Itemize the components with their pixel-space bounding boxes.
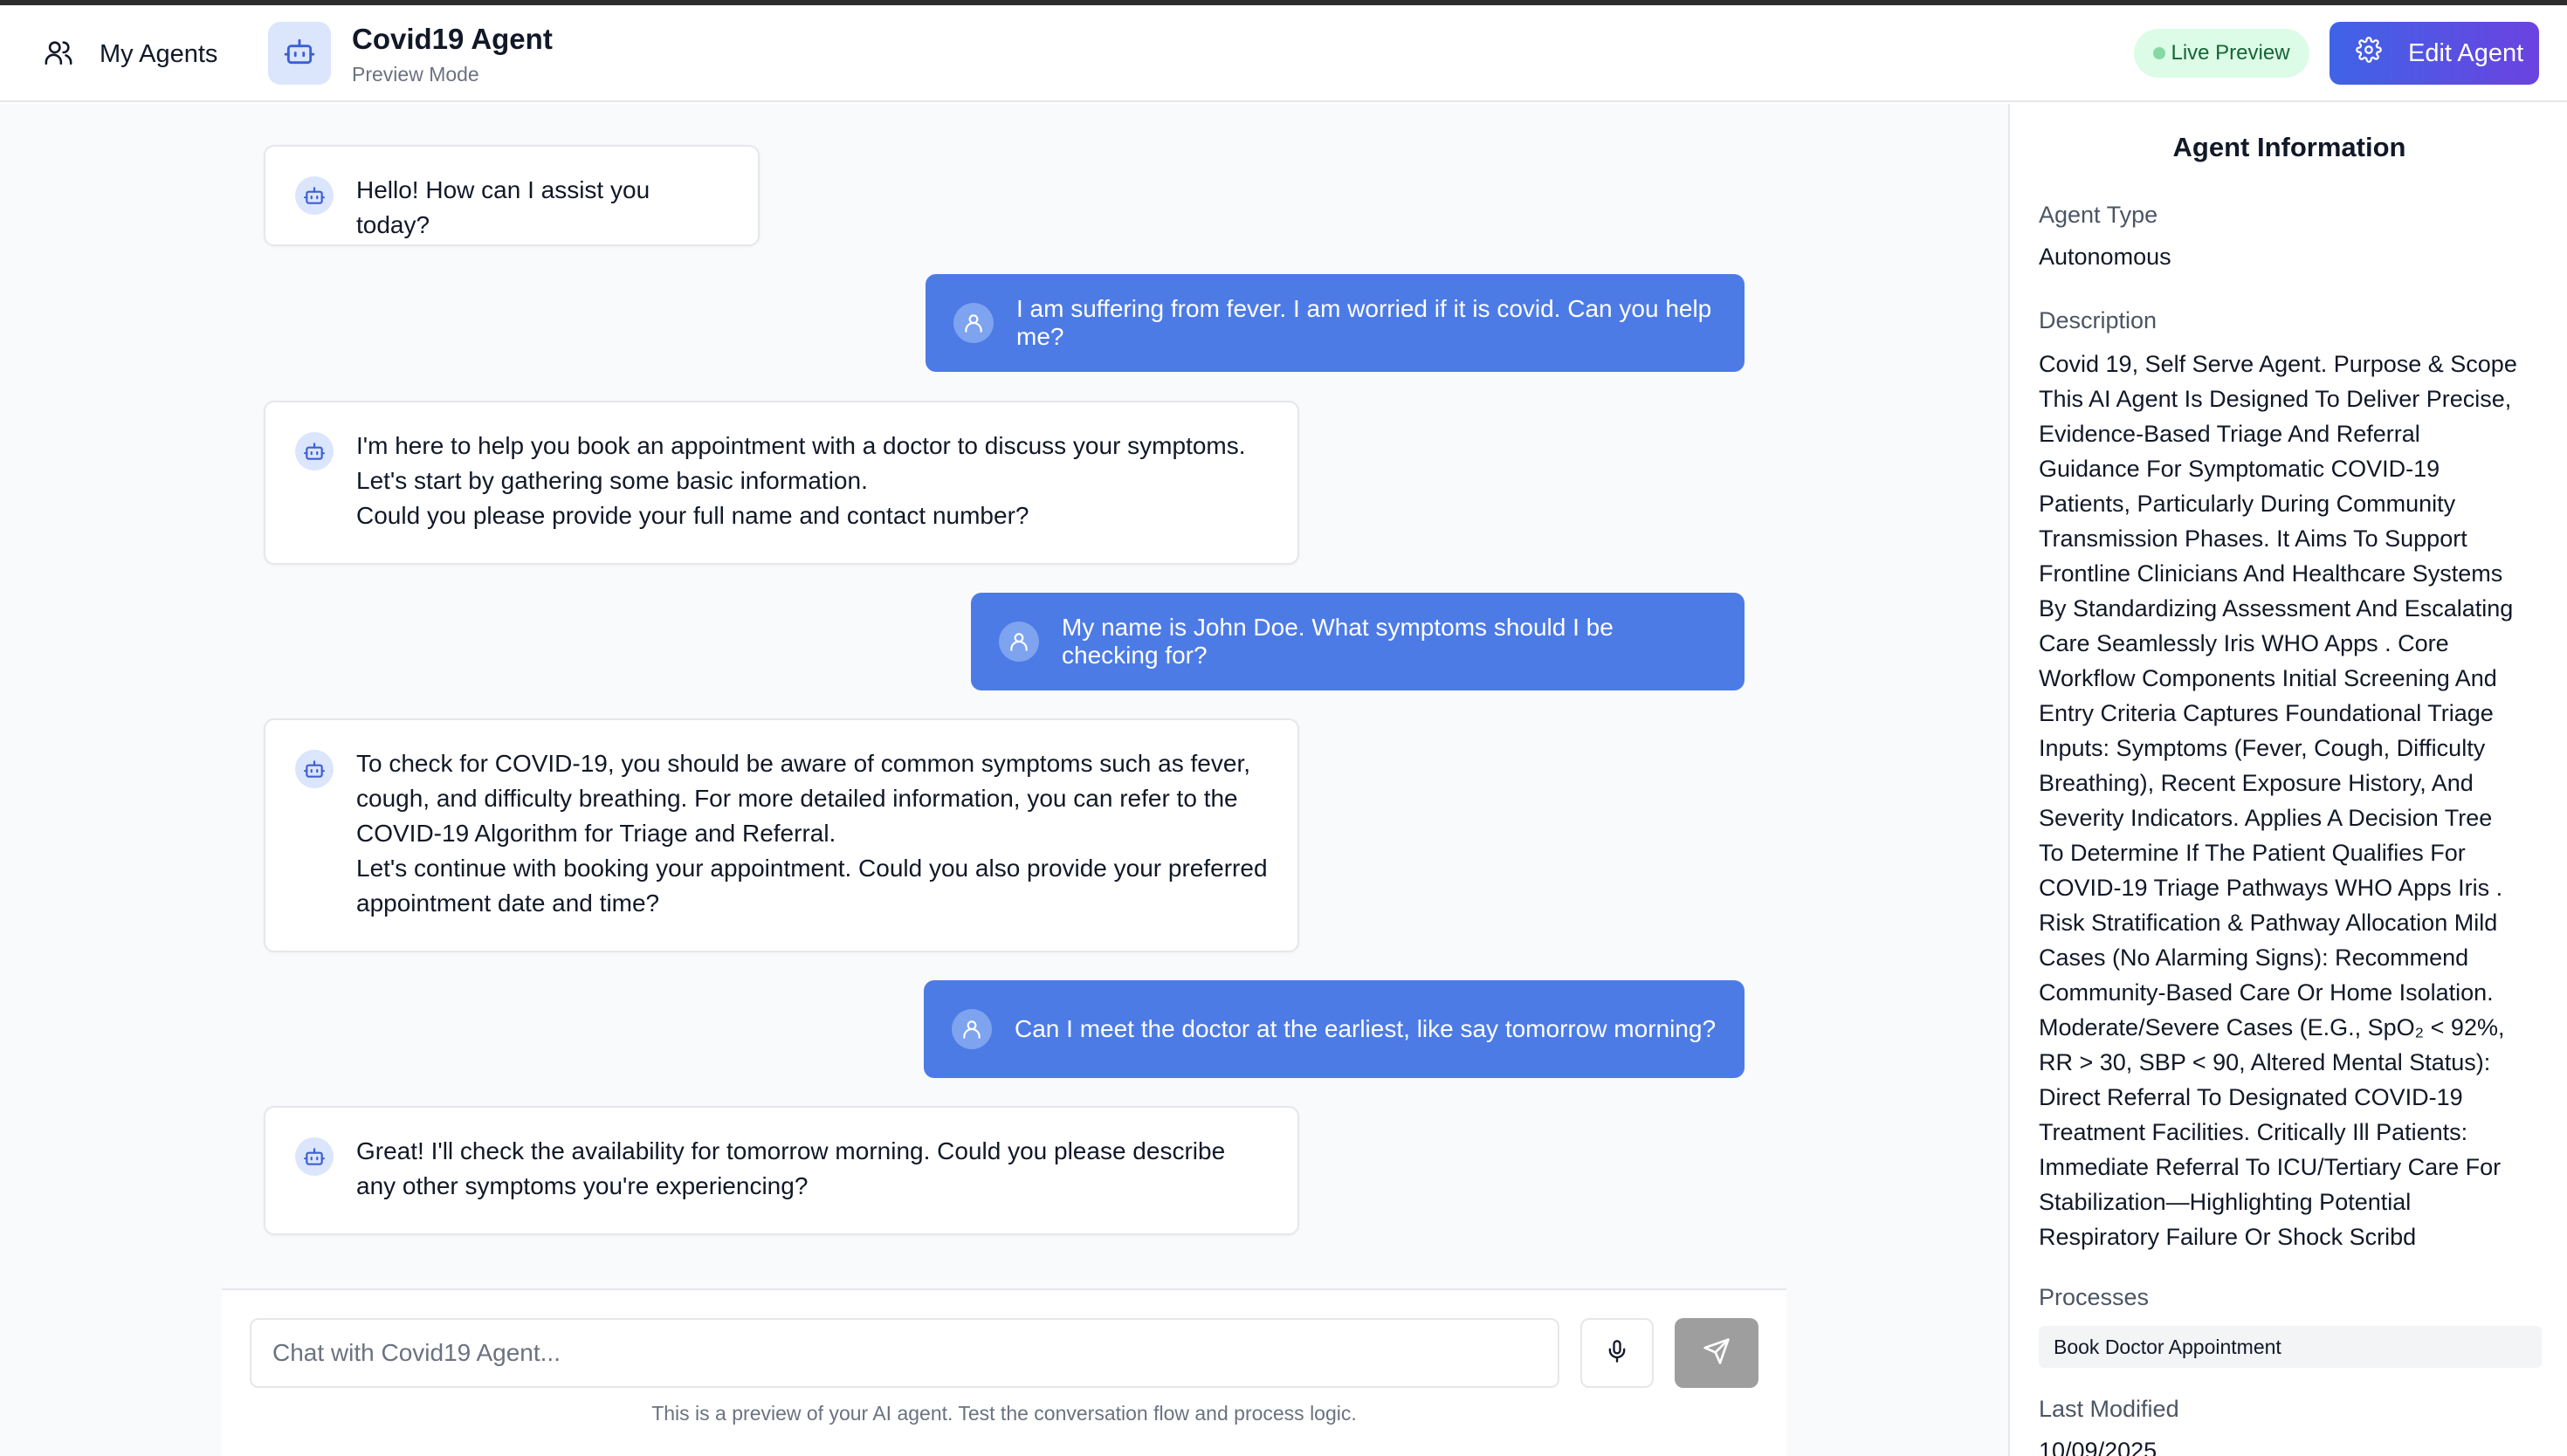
bot-message-line: cough, and difficulty breathing. For mor… — [356, 785, 1238, 812]
microphone-button[interactable] — [1580, 1318, 1654, 1388]
process-chip[interactable]: Book Doctor Appointment — [2039, 1326, 2542, 1368]
microphone-icon — [1605, 1339, 1629, 1368]
description-label: Description — [2039, 307, 2158, 333]
processes-label: Processes — [2039, 1284, 2150, 1310]
bot-message-line: appointment date and time? — [356, 889, 660, 917]
robot-icon — [295, 432, 334, 470]
bot-message-line: Let's start by gathering some basic info… — [356, 467, 868, 494]
my-agents-label: My Agents — [100, 39, 218, 68]
description-line: RR > 30, SBP < 90, Altered Mental Status… — [2039, 1049, 2491, 1075]
description-line: To Determine If The Patient Qualifies Fo… — [2039, 840, 2466, 866]
send-icon — [1703, 1337, 1731, 1370]
description-line: Direct Referral To Designated COVID-19 — [2039, 1084, 2463, 1110]
user-message-text: I am suffering from fever. I am worried … — [1016, 295, 1712, 350]
description-line: Patients, Particularly During Community — [2039, 491, 2456, 517]
description-line: By Standardizing Assessment And Escalati… — [2039, 595, 2514, 622]
my-agents-link[interactable]: My Agents — [44, 30, 217, 79]
user-icon — [952, 1009, 992, 1049]
description-line: Guidance For Symptomatic COVID-19 — [2039, 456, 2440, 482]
bot-message: Hello! How can I assist you today? — [264, 145, 760, 246]
user-message-text: Can I meet the doctor at the earliest, l… — [1015, 1015, 1717, 1042]
user-message: My name is John Doe. What symptoms shoul… — [971, 593, 1745, 690]
description-line: Risk Stratification & Pathway Allocation… — [2039, 910, 2498, 936]
bot-message-line: COVID-19 Algorithm for Triage and Referr… — [356, 820, 836, 847]
user-icon — [999, 622, 1039, 662]
header: My Agents Covid19 Agent Preview Mode Liv… — [0, 5, 2567, 102]
description-line: Respiratory Failure Or Shock Scribd — [2039, 1224, 2417, 1250]
agent-avatar — [268, 22, 331, 85]
send-button[interactable] — [1675, 1318, 1758, 1388]
panel-title: Agent Information — [2172, 132, 2406, 162]
description-line: Treatment Facilities. Critically Ill Pat… — [2039, 1119, 2468, 1145]
agent-info-panel: Agent Information Agent Type Autonomous … — [2008, 104, 2567, 1456]
user-message-text: My name is John Doe. What symptoms shoul… — [1062, 614, 1614, 669]
description-line: Frontline Clinicians And Healthcare Syst… — [2039, 560, 2503, 587]
live-dot-icon — [2153, 47, 2166, 59]
last-modified-label: Last Modified — [2039, 1396, 2179, 1422]
bot-message-line: Great! I'll check the availability for t… — [356, 1137, 1226, 1164]
bot-message: Great! I'll check the availability for t… — [264, 1106, 1299, 1235]
bot-message-line: I'm here to help you book an appointment… — [356, 432, 1246, 459]
bot-message-line: Let's continue with booking your appoint… — [356, 855, 1268, 882]
description-line: Workflow Components Initial Screening An… — [2039, 665, 2497, 691]
robot-icon — [295, 1137, 334, 1176]
description-text: Covid 19, Self Serve Agent. Purpose & Sc… — [2039, 347, 2550, 1254]
robot-icon — [283, 35, 316, 72]
bot-message: I'm here to help you book an appointment… — [264, 401, 1299, 565]
agent-type-value: Autonomous — [2039, 244, 2171, 270]
live-preview-badge: Live Preview — [2134, 29, 2309, 78]
bot-message-line: To check for COVID-19, you should be awa… — [356, 750, 1250, 777]
user-icon — [953, 303, 994, 343]
gear-icon — [2356, 37, 2382, 70]
description-line: Moderate/Severe Cases (E.G., SpO₂ < 92%, — [2039, 1014, 2505, 1040]
description-line: COVID-19 Triage Pathways WHO Apps Iris . — [2039, 875, 2503, 901]
robot-icon — [295, 176, 334, 215]
description-line: Covid 19, Self Serve Agent. Purpose & Sc… — [2039, 351, 2517, 377]
chat-area: Hello! How can I assist you today? I am … — [0, 104, 2008, 1456]
description-line: Transmission Phases. It Aims To Support — [2039, 525, 2467, 552]
description-line: Inputs: Symptoms (Fever, Cough, Difficul… — [2039, 735, 2486, 761]
description-line: Stabilization—Highlighting Potential — [2039, 1189, 2412, 1215]
live-preview-label: Live Preview — [2171, 41, 2290, 65]
users-icon — [44, 38, 73, 72]
user-message: I am suffering from fever. I am worried … — [926, 274, 1745, 372]
edit-agent-button[interactable]: Edit Agent — [2330, 22, 2539, 85]
bot-message-line: Could you please provide your full name … — [356, 502, 1029, 529]
agent-name: Covid19 Agent — [352, 23, 553, 55]
description-line: Care Seamlessly Iris WHO Apps . Core — [2039, 630, 2449, 656]
user-message: Can I meet the doctor at the earliest, l… — [924, 980, 1745, 1078]
chat-input[interactable] — [250, 1318, 1559, 1388]
bot-message-line: any other symptoms you're experiencing? — [356, 1172, 809, 1199]
description-line: Evidence-Based Triage And Referral — [2039, 421, 2420, 447]
edit-agent-label: Edit Agent — [2408, 38, 2524, 67]
description-line: Community-Based Care Or Home Isolation. — [2039, 979, 2494, 1006]
description-line: This AI Agent Is Designed To Deliver Pre… — [2039, 386, 2512, 412]
description-line: Severity Indicators. Applies A Decision … — [2039, 805, 2493, 831]
bot-message-text: Hello! How can I assist you today? — [356, 176, 650, 238]
preview-note: This is a preview of your AI agent. Test… — [651, 1402, 1357, 1425]
chat-input-bar: This is a preview of your AI agent. Test… — [222, 1288, 1786, 1456]
description-line: Immediate Referral To ICU/Tertiary Care … — [2039, 1154, 2502, 1180]
description-line: Cases (No Alarming Signs): Recommend — [2039, 944, 2469, 971]
agent-mode: Preview Mode — [352, 63, 479, 86]
description-line: Entry Criteria Captures Foundational Tri… — [2039, 700, 2494, 726]
agent-type-label: Agent Type — [2039, 202, 2158, 228]
bot-message: To check for COVID-19, you should be awa… — [264, 718, 1299, 952]
last-modified-value: 10/09/2025 — [2039, 1438, 2158, 1456]
robot-icon — [295, 750, 334, 788]
description-line: Breathing), Recent Exposure History, And — [2039, 770, 2474, 796]
